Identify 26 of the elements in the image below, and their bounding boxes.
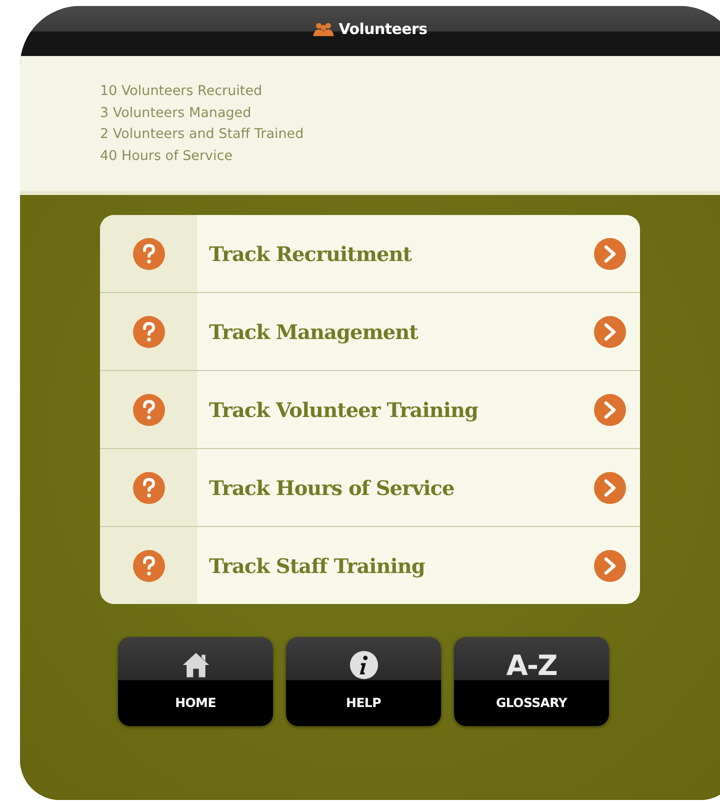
menu-item[interactable]: Track Staff Training xyxy=(197,554,594,578)
stat-line: 3 Volunteers Managed xyxy=(100,104,252,123)
info-icon xyxy=(348,650,378,680)
help-icon xyxy=(132,316,164,348)
help-icon xyxy=(132,238,164,270)
chevron-right-icon xyxy=(594,394,626,426)
chevron-right-icon xyxy=(594,472,626,504)
glossary-button[interactable]: A-Z GLOSSARY xyxy=(454,637,609,726)
help-icon xyxy=(132,550,164,582)
help-icon xyxy=(132,394,164,426)
stat-line: 40 Hours of Service xyxy=(100,147,234,166)
chevron-right-icon xyxy=(594,238,626,270)
menu-item[interactable]: Track Hours of Service xyxy=(197,476,594,500)
menu-item[interactable]: Track Management xyxy=(197,320,594,344)
chevron-right-icon xyxy=(594,316,626,348)
house-icon xyxy=(180,650,210,680)
screen-title: Volunteers xyxy=(338,20,428,38)
help-icon xyxy=(132,472,164,504)
people-icon xyxy=(312,22,334,36)
stat-line: 10 Volunteers Recruited xyxy=(100,82,264,101)
menu-item[interactable]: Track Volunteer Training xyxy=(197,398,594,422)
chevron-right-icon xyxy=(594,550,626,582)
stat-line: 2 Volunteers and Staff Trained xyxy=(100,125,305,144)
menu-item[interactable]: Track Recruitment xyxy=(197,242,594,266)
help-button[interactable]: HELP xyxy=(286,637,441,726)
home-button[interactable]: HOME xyxy=(118,637,273,726)
